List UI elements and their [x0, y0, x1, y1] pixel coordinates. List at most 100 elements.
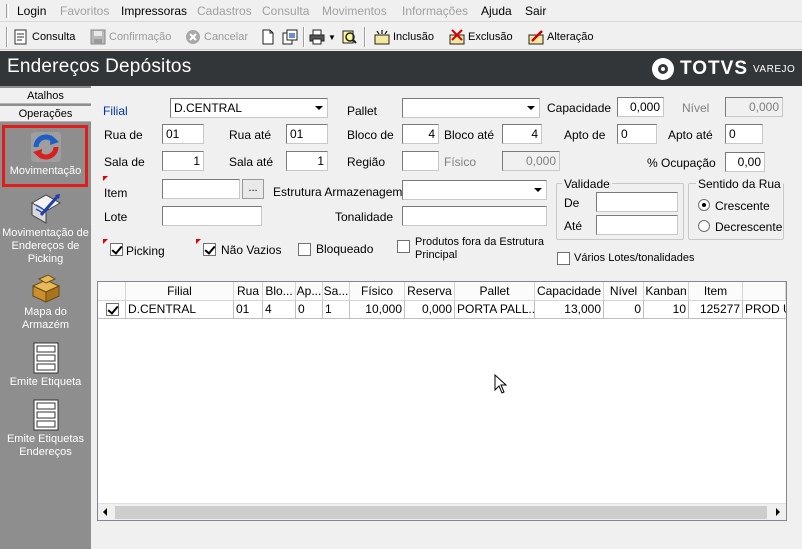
menu-favoritos[interactable]: Favoritos: [60, 4, 109, 18]
fisico-field[interactable]: 0,000: [502, 151, 560, 171]
pallet-select[interactable]: [402, 98, 540, 118]
new-document-button[interactable]: [260, 27, 279, 47]
capacidade-field[interactable]: 0,000: [617, 97, 664, 117]
scroll-thumb[interactable]: [115, 506, 767, 519]
menu-impressoras[interactable]: Impressoras: [121, 4, 187, 18]
crescente-label: Crescente: [715, 199, 770, 213]
cell-nivel: 0: [604, 301, 644, 319]
sentido-title: Sentido da Rua: [696, 177, 783, 191]
grid-header-sala[interactable]: Sa...: [323, 282, 350, 301]
grid-header-reserva[interactable]: Reserva: [405, 282, 455, 301]
alteracao-button[interactable]: Alteração: [528, 27, 593, 47]
grid-header-rua[interactable]: Rua: [234, 282, 263, 301]
menu-informacoes[interactable]: Informações: [402, 4, 468, 18]
preview-button[interactable]: [341, 27, 360, 47]
bloco-de-field[interactable]: 4: [402, 124, 439, 144]
regiao-field[interactable]: [402, 151, 439, 171]
results-grid[interactable]: Filial Rua Blo... Ap... Sa... Físico Res…: [97, 281, 787, 521]
scroll-right-icon[interactable]: [769, 504, 786, 521]
sala-de-field[interactable]: 1: [162, 151, 204, 171]
estrutura-select[interactable]: [402, 180, 547, 200]
grid-header-capacidade[interactable]: Capacidade: [535, 282, 604, 301]
item-lookup-button[interactable]: ...: [242, 179, 264, 199]
confirmacao-button[interactable]: Confirmação: [90, 27, 171, 47]
tab-atalhos[interactable]: Atalhos: [0, 88, 91, 104]
apto-ate-field[interactable]: 0: [725, 124, 763, 144]
consulta-label: Consulta: [32, 31, 76, 43]
row-select-cell[interactable]: [98, 301, 126, 319]
required-marker: [103, 176, 108, 181]
cancelar-button[interactable]: Cancelar: [185, 27, 248, 47]
consulta-button[interactable]: Consulta: [13, 27, 75, 47]
chevron-down-icon[interactable]: [523, 100, 538, 116]
totvs-logo-icon: [652, 58, 674, 80]
bloqueado-checkbox[interactable]: [298, 243, 311, 256]
grid-header-item[interactable]: Item: [689, 282, 743, 301]
exclusao-button[interactable]: Exclusão: [449, 27, 513, 47]
menu-movimentos[interactable]: Movimentos: [322, 4, 387, 18]
cell-kanban: 10: [644, 301, 689, 319]
produtos-fora-checkbox[interactable]: [397, 240, 410, 253]
sidebar-item-emite-etiqueta[interactable]: Emite Etiqueta: [0, 342, 91, 389]
sidebar-item-emite-etiquetas-enderecos[interactable]: Emite Etiquetas Endereços: [0, 399, 91, 459]
sidebar-item-mapa-armazem[interactable]: Mapa do Armazém: [0, 272, 91, 332]
crescente-radio[interactable]: [698, 199, 710, 211]
grid-header-kanban[interactable]: Kanban: [644, 282, 689, 301]
chevron-down-icon[interactable]: [530, 182, 545, 198]
copy-document-button[interactable]: [282, 27, 301, 47]
chevron-down-icon[interactable]: [311, 100, 326, 116]
cell-reserva: 0,000: [405, 301, 455, 319]
varios-lotes-checkbox[interactable]: [557, 252, 570, 265]
lote-field[interactable]: [162, 206, 262, 226]
scroll-left-icon[interactable]: [98, 504, 115, 521]
nivel-field[interactable]: 0,000: [725, 97, 783, 117]
filial-select[interactable]: D.CENTRAL: [170, 98, 328, 118]
menu-cadastros[interactable]: Cadastros: [197, 4, 252, 18]
row-checkbox[interactable]: [106, 303, 119, 316]
picking-label: Picking: [126, 244, 165, 258]
sidebar-item-label: Mapa do Armazém: [21, 306, 70, 331]
cell-pallet: PORTA PALL...: [455, 301, 535, 319]
tab-operacoes[interactable]: Operações: [0, 106, 91, 122]
grid-header-pallet[interactable]: Pallet: [455, 282, 535, 301]
grid-header-select[interactable]: [98, 282, 126, 301]
tonalidade-field[interactable]: [402, 206, 547, 226]
apto-de-field[interactable]: 0: [617, 124, 657, 144]
nao-vazios-checkbox[interactable]: [203, 243, 216, 256]
menu-sair[interactable]: Sair: [525, 4, 546, 18]
validade-de-field[interactable]: [596, 192, 678, 212]
print-button[interactable]: ▼: [309, 27, 336, 47]
validade-ate-field[interactable]: [596, 215, 678, 235]
produtos-fora-label-2: Principal: [415, 249, 458, 261]
capacidade-label: Capacidade: [547, 101, 612, 115]
grid-header-apto[interactable]: Ap...: [296, 282, 323, 301]
toolbar-separator: [303, 27, 305, 47]
decrescente-radio[interactable]: [698, 220, 710, 232]
inclusao-button[interactable]: Inclusão: [374, 27, 434, 47]
menu-consulta[interactable]: Consulta: [262, 4, 309, 18]
sidebar-item-label: Movimentação de Endereços de Picking: [2, 227, 89, 265]
ocupacao-field[interactable]: 0,00: [725, 152, 765, 172]
bloco-ate-field[interactable]: 4: [502, 124, 542, 144]
warehouse-map-icon: [29, 272, 63, 304]
produtos-fora-label-1: Produtos fora da Estrutura: [415, 236, 545, 248]
print-dropdown-icon[interactable]: ▼: [328, 33, 336, 42]
sala-ate-field[interactable]: 1: [286, 151, 328, 171]
grid-header-description[interactable]: [743, 282, 786, 301]
grid-header-filial[interactable]: Filial: [126, 282, 234, 301]
validade-ate-label: Até: [564, 219, 583, 233]
rua-de-field[interactable]: 01: [162, 124, 204, 144]
grid-header-nivel[interactable]: Nível: [604, 282, 644, 301]
toolbar-grip: [6, 27, 8, 47]
menu-login[interactable]: Login: [17, 4, 46, 18]
picking-checkbox[interactable]: [110, 243, 123, 256]
nao-vazios-label: Não Vazios: [221, 243, 282, 257]
grid-header-fisico[interactable]: Físico: [350, 282, 405, 301]
menu-ajuda[interactable]: Ajuda: [481, 4, 512, 18]
item-field[interactable]: [162, 179, 240, 199]
horizontal-scrollbar[interactable]: [98, 503, 786, 520]
grid-header-bloco[interactable]: Blo...: [263, 282, 296, 301]
mouse-cursor-icon: [494, 373, 508, 394]
sidebar-item-movimentacao-picking[interactable]: Movimentação de Endereços de Picking: [0, 193, 91, 266]
rua-ate-field[interactable]: 01: [286, 124, 328, 144]
